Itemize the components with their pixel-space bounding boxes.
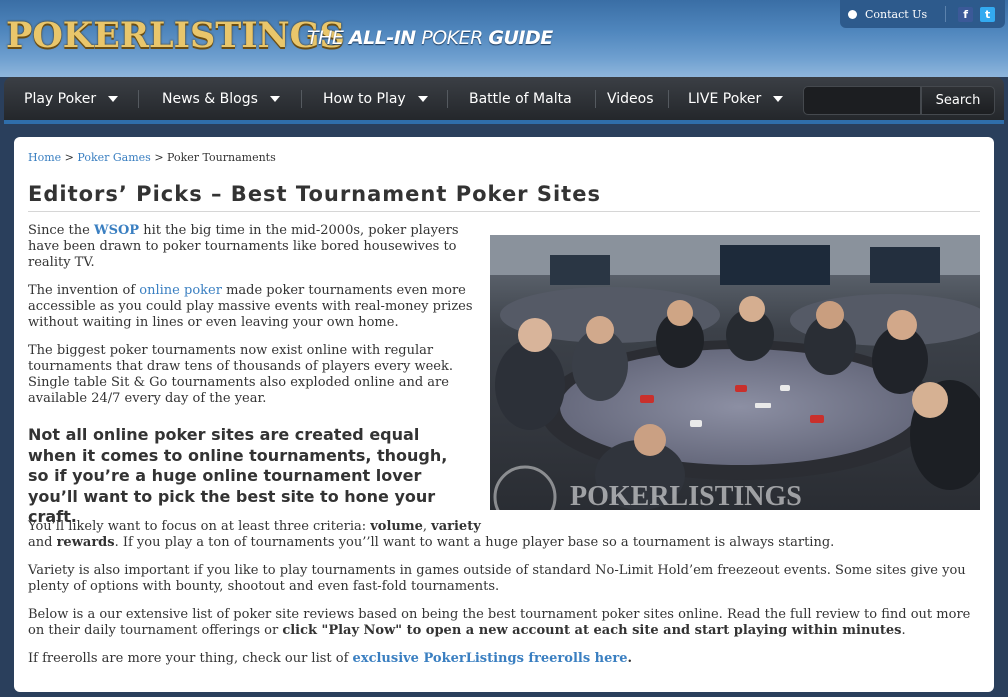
p7-end: . (627, 651, 633, 666)
twitter-icon[interactable]: t (980, 6, 996, 22)
nav-battle-of-malta-label: Battle of Malta (469, 90, 572, 107)
poker-tournament-photo: POKERLISTINGS (490, 235, 980, 510)
nav-play-poker[interactable]: Play Poker (24, 77, 119, 120)
site-header: POKERLISTINGS THE ALL-IN POKER GUIDE Con… (0, 0, 1008, 77)
photo-illustration: POKERLISTINGS (490, 235, 980, 510)
paragraph-reviews: Below is a our extensive list of poker s… (28, 607, 980, 639)
p4-text-rest: . If you play a ton of tournaments you’’… (114, 535, 835, 550)
contact-us-link[interactable]: Contact Us (865, 8, 927, 21)
nav-divider (447, 90, 448, 108)
site-tagline: THE ALL-IN POKER GUIDE (307, 27, 553, 49)
paragraph-criteria: You’ll likely want to focus on at least … (28, 519, 980, 551)
tagline-end: GUIDE (488, 27, 553, 49)
breadcrumb: Home > Poker Games > Poker Tournaments (28, 151, 276, 164)
nav-videos-label: Videos (607, 90, 654, 107)
nav-divider (138, 90, 139, 108)
main-nav: Play Poker News & Blogs How to Play Batt… (4, 77, 1004, 124)
nav-news-blogs-label: News & Blogs (162, 90, 258, 107)
p2-text-a: The invention of (28, 283, 140, 298)
paragraph-variety: Variety is also important if you like to… (28, 563, 966, 594)
nav-divider (668, 90, 669, 108)
chevron-down-icon (773, 95, 784, 102)
tagline-mid: POKER (415, 27, 489, 49)
nav-how-to-play-label: How to Play (323, 90, 406, 107)
p1-text-a: Since the (28, 223, 94, 238)
search-button[interactable]: Search (921, 86, 995, 115)
nav-news-blogs[interactable]: News & Blogs (162, 77, 280, 120)
p4-text-a: You’ll likely want to focus on at least … (28, 519, 371, 534)
p4-comma: , (422, 519, 432, 534)
breadcrumb-separator: > (61, 151, 78, 164)
p7-text-a: If freerolls are more your thing, check … (28, 651, 353, 666)
freerolls-link[interactable]: exclusive PokerListings freerolls here (353, 651, 628, 666)
utility-divider (945, 6, 947, 22)
facebook-icon[interactable]: f (958, 6, 974, 22)
nav-videos[interactable]: Videos (607, 77, 654, 120)
utility-bar: Contact Us f t (840, 0, 1005, 28)
site-logo[interactable]: POKERLISTINGS (6, 14, 345, 56)
tagline-bold: ALL-IN (348, 27, 416, 49)
lead-paragraph: Not all online poker sites are created e… (28, 425, 448, 526)
wsop-link[interactable]: WSOP (94, 223, 139, 238)
search-input[interactable] (803, 86, 921, 115)
nav-live-poker-label: LIVE Poker (688, 90, 762, 107)
criteria-variety: variety (431, 519, 481, 534)
p6-end: . (901, 623, 906, 638)
nav-how-to-play[interactable]: How to Play (323, 77, 428, 120)
tagline-prefix: THE (307, 27, 349, 49)
criteria-volume: volume (370, 519, 423, 534)
chevron-down-icon (417, 95, 428, 102)
logo-text: POKERLISTINGS (6, 14, 345, 56)
breadcrumb-current: Poker Tournaments (167, 151, 276, 164)
nav-live-poker[interactable]: LIVE Poker (688, 77, 784, 120)
chevron-down-icon (269, 95, 280, 102)
content-panel: Home > Poker Games > Poker Tournaments E… (14, 137, 994, 692)
criteria-rewards: rewards (56, 535, 115, 550)
nav-divider (301, 90, 302, 108)
breadcrumb-home[interactable]: Home (28, 151, 61, 164)
p4-and: and (28, 535, 57, 550)
online-poker-link[interactable]: online poker (139, 283, 222, 298)
breadcrumb-poker-games[interactable]: Poker Games (77, 151, 150, 164)
paragraph-wsop: Since the WSOP hit the big time in the m… (28, 223, 468, 271)
photo-watermark: POKERLISTINGS (570, 481, 802, 510)
nav-battle-of-malta[interactable]: Battle of Malta (469, 77, 572, 120)
p6-bold: click "Play Now" to open a new account a… (282, 623, 902, 638)
contact-bubble-icon (848, 9, 857, 19)
paragraph-freerolls: If freerolls are more your thing, check … (28, 651, 980, 667)
paragraph-biggest-tournaments: The biggest poker tournaments now exist … (28, 343, 454, 406)
nav-play-poker-label: Play Poker (24, 90, 97, 107)
nav-divider (595, 90, 596, 108)
paragraph-online-poker: The invention of online poker made poker… (28, 283, 478, 331)
breadcrumb-separator: > (150, 151, 168, 164)
chevron-down-icon (108, 95, 119, 102)
page-title: Editors’ Picks – Best Tournament Poker S… (28, 182, 980, 212)
